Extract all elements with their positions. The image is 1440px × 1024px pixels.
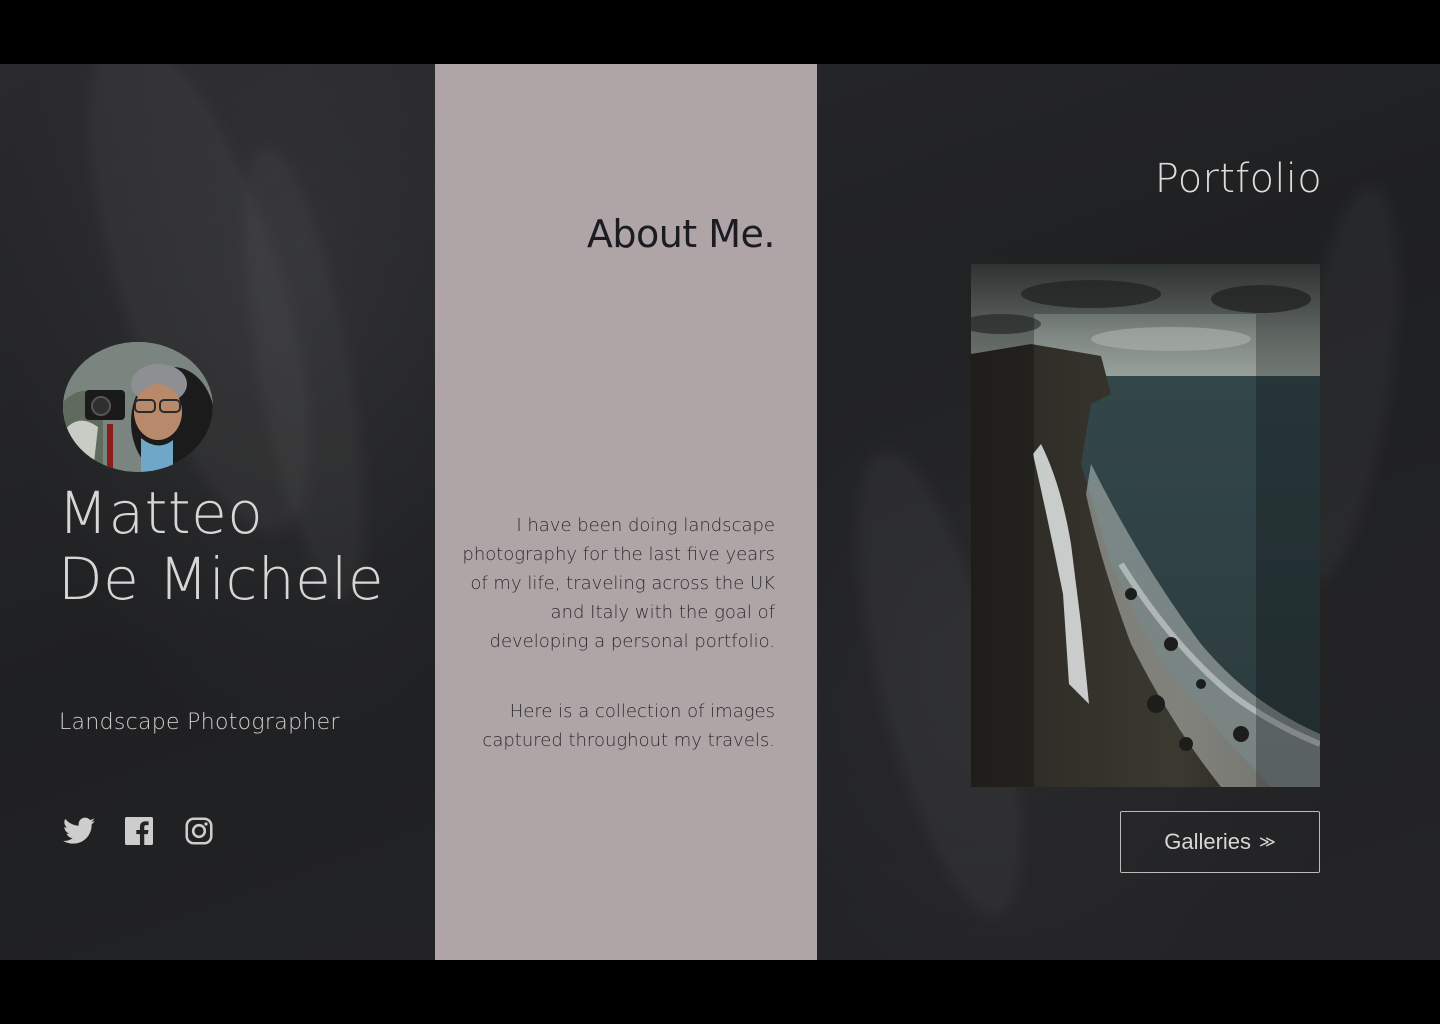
page: Matteo De Michele Landscape Photographer… [0,64,1440,960]
about-panel: About Me. I have been doing landscape ph… [435,64,817,960]
social-links [62,814,216,848]
portfolio-photo[interactable] [971,264,1320,787]
double-chevron-right-icon: ≫ [1259,834,1276,851]
about-paragraph: Here is a collection of images captured … [482,701,775,751]
about-paragraph: I have been doing landscape photography … [462,515,775,652]
photographer-name: Matteo De Michele [58,480,384,612]
twitter-icon[interactable] [62,814,96,848]
galleries-button-label: Galleries [1164,829,1252,854]
last-name: De Michele [58,545,385,613]
about-heading: About Me. [586,212,776,256]
portfolio-heading: Portfolio [1154,156,1322,202]
instagram-icon[interactable] [182,814,216,848]
galleries-button[interactable]: Galleries ≫ [1120,811,1320,873]
avatar-photo [63,342,213,472]
first-name: Matteo [58,479,264,547]
facebook-icon[interactable] [122,814,156,848]
tagline: Landscape Photographer [59,710,340,735]
avatar [63,342,213,472]
waterfall-landscape-image [971,264,1320,787]
